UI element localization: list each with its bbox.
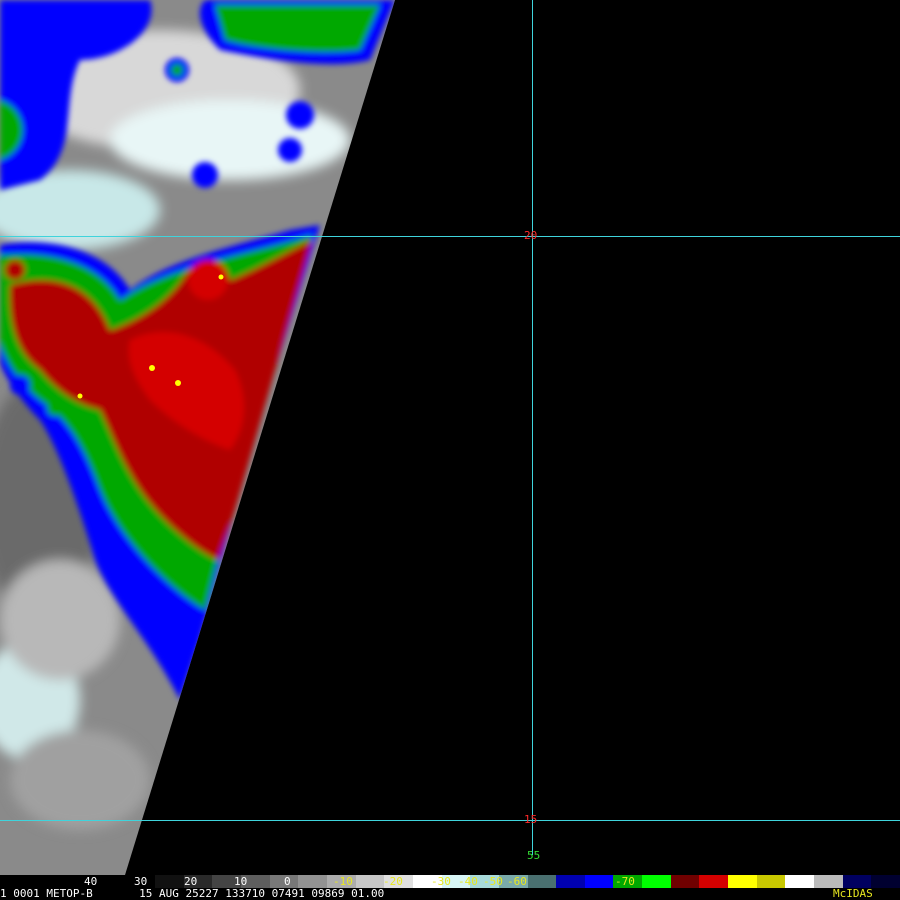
colorbar-segment <box>871 875 900 888</box>
colorbar-tick-label: 20 <box>184 875 198 888</box>
latitude-label-15: 15 <box>524 813 538 826</box>
colorbar-segment <box>642 875 672 888</box>
colorbar-tick-label: 40 <box>84 875 98 888</box>
colorbar-segment <box>670 875 701 888</box>
image-line: 07491 <box>271 887 305 900</box>
colorbar-tick-label: -20 <box>383 875 403 888</box>
image-resolution: 01.00 <box>351 887 385 900</box>
image-time: 133710 <box>225 887 265 900</box>
image-date: 15 AUG 25227 <box>139 887 219 900</box>
colorbar-segment <box>756 875 786 888</box>
satellite-image-viewport <box>0 0 900 875</box>
colorbar-segment <box>584 875 615 888</box>
image-id: 0001 <box>13 887 40 900</box>
colorbar-tick-label: 30 <box>134 875 148 888</box>
colorbar-tick-label: 10 <box>234 875 248 888</box>
longitude-label-55: 55 <box>527 849 541 862</box>
colorbar-tick-label: 0 <box>284 875 291 888</box>
colorbar-segment <box>527 875 557 888</box>
colorbar-tick-label: -50 <box>483 875 503 888</box>
colorbar-tick-label: -30 <box>431 875 451 888</box>
colorbar-segment <box>699 875 729 888</box>
latitude-label-20: 20 <box>524 229 538 242</box>
colorbar-segment <box>785 875 815 888</box>
image-status-line: 1 0001 METOP-B 15 AUG 25227 133710 07491… <box>0 888 900 900</box>
colorbar-tick-label: -40 <box>458 875 478 888</box>
colorbar-tick-label: -70 <box>615 875 635 888</box>
colorbar-segment <box>556 875 586 888</box>
colorbar-segment <box>728 875 758 888</box>
satellite-name: METOP-B <box>46 887 93 900</box>
image-element: 09869 <box>311 887 345 900</box>
colorbar-tick-label: -10 <box>333 875 353 888</box>
frame-number: 1 <box>0 887 7 900</box>
colorbar-tick-label: -60 <box>507 875 527 888</box>
mcidas-brand: McIDAS <box>833 887 873 900</box>
